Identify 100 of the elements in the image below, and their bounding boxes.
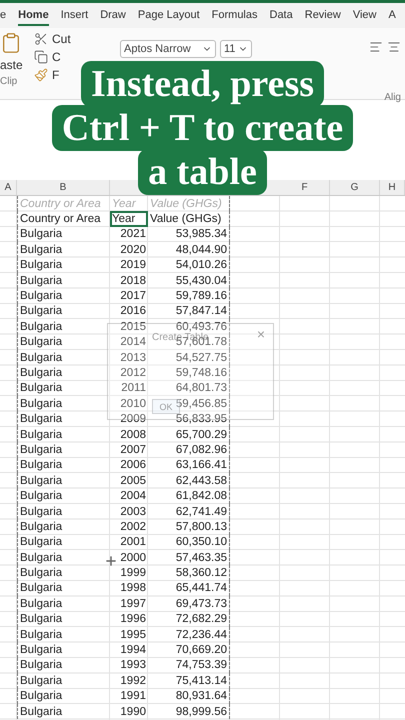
align-left-icon[interactable] <box>369 40 383 54</box>
table-cell: Bulgaria <box>17 272 110 288</box>
table-cell-text: 2007 <box>119 442 147 458</box>
table-cell: 72,236.44 <box>148 626 230 642</box>
ribbon-tab[interactable]: Review <box>304 6 341 26</box>
table-cell-text: 2019 <box>119 258 147 273</box>
table-cell: Bulgaria <box>17 226 110 242</box>
table-cell: Bulgaria <box>17 488 110 504</box>
table-cell-text: 1995 <box>119 628 147 642</box>
table-cell: 59,789.16 <box>148 288 230 304</box>
ribbon-tab[interactable]: View <box>352 6 376 26</box>
font-name-field[interactable]: Aptos Narrow <box>120 40 216 58</box>
table-cell-text: 1993 <box>119 658 147 674</box>
table-cell: Bulgaria <box>17 380 110 396</box>
copy-label[interactable]: C <box>52 50 61 64</box>
ribbon-tab[interactable]: Page Layout <box>138 6 200 26</box>
format-painter-label[interactable]: F <box>52 68 60 82</box>
ribbon-tab[interactable]: Draw <box>100 6 126 26</box>
paste-label[interactable]: aste <box>0 58 28 72</box>
table-cell: Bulgaria <box>17 258 110 273</box>
table-cell: 63,166.41 <box>148 458 230 474</box>
table-cell: 62,443.58 <box>148 473 230 488</box>
table-cell: 98,999.56 <box>148 704 230 720</box>
table-cell: 80,931.64 <box>148 688 230 704</box>
table-cell-text: 1998 <box>119 581 147 596</box>
table-cell-text: 2015 <box>119 320 147 335</box>
ribbon-tab[interactable]: Insert <box>60 6 88 26</box>
table-cell: 57,800.13 <box>148 519 230 535</box>
table-cell: Bulgaria <box>17 612 110 627</box>
ribbon-tab[interactable]: e <box>0 6 6 26</box>
table-cell: Bulgaria <box>17 519 110 535</box>
table-cell: Bulgaria <box>17 442 110 458</box>
table-cell-text: 2011 <box>120 381 147 396</box>
table-cell: Bulgaria <box>17 565 110 581</box>
table-cell-text: 1990 <box>119 704 147 720</box>
table-cell-text: 1991 <box>119 689 147 704</box>
table-cell-text: 1994 <box>119 643 147 658</box>
table-cell: 58,360.12 <box>148 565 230 581</box>
ribbon-tab[interactable]: A <box>388 6 396 26</box>
table-cell-text: 2000 <box>119 550 147 566</box>
table-cell: 70,669.20 <box>148 642 230 658</box>
table-cell-text: 2008 <box>119 428 147 442</box>
table-cell: Bulgaria <box>17 473 110 488</box>
table-cell: 57,463.35 <box>148 550 230 566</box>
cursor-icon <box>104 554 118 568</box>
table-cell-text: 2010 <box>119 396 147 412</box>
table-cell: 53,985.34 <box>148 226 230 242</box>
table-cell: 67,082.96 <box>148 442 230 458</box>
table-cell: 74,753.39 <box>148 658 230 674</box>
header-cell[interactable]: Year <box>110 211 148 227</box>
table-cell: 56,833.95 <box>148 411 230 427</box>
header-cell[interactable]: Country or Area <box>17 211 110 227</box>
table-cell: 72,682.29 <box>148 612 230 627</box>
table-cell-text: 2001 <box>119 535 147 550</box>
table-cell-text: 2006 <box>119 458 147 474</box>
header-cell[interactable]: Value (GHGs) <box>148 211 230 227</box>
table-cell: Bulgaria <box>17 704 110 720</box>
table-cell: 54,527.75 <box>148 350 230 366</box>
table-cell: Bulgaria <box>17 288 110 304</box>
filter-header-cell-text: Year <box>111 196 137 212</box>
table-cell: Bulgaria <box>17 304 110 320</box>
table-cell-text: 2005 <box>119 474 147 488</box>
table-cell: 65,700.29 <box>148 426 230 442</box>
table-cell: 69,473.73 <box>148 596 230 612</box>
ribbon-tab[interactable]: Data <box>270 6 293 26</box>
table-cell-text: 1999 <box>119 566 147 581</box>
table-cell: Bulgaria <box>17 626 110 642</box>
table-cell-text: 2004 <box>119 489 147 504</box>
table-cell-text: 2003 <box>119 504 147 520</box>
align-center-icon[interactable] <box>387 40 401 54</box>
font-size-field[interactable]: 11 <box>220 40 252 58</box>
column-header[interactable]: G <box>330 180 380 195</box>
table-cell-text: 2014 <box>119 335 147 350</box>
ribbon-tab[interactable]: Formulas <box>212 6 258 26</box>
column-header[interactable]: H <box>380 180 405 195</box>
table-cell: Bulgaria <box>17 411 110 427</box>
alignment-group-label: Alig <box>384 92 401 103</box>
copy-icon[interactable] <box>34 50 48 64</box>
table-cell: 64,801.73 <box>148 380 230 396</box>
table-cell-text: 2018 <box>119 274 147 288</box>
table-cell: 48,044.90 <box>148 242 230 258</box>
table-cell: 54,010.26 <box>148 258 230 273</box>
column-header[interactable]: A <box>0 180 17 195</box>
table-cell: 75,413.14 <box>148 673 230 688</box>
table-cell-text: 2016 <box>119 304 147 320</box>
table-cell-text: 2017 <box>119 289 147 304</box>
table-cell: Bulgaria <box>17 596 110 612</box>
paste-icon[interactable] <box>0 32 22 54</box>
column-header[interactable]: F <box>280 180 330 195</box>
ribbon-tab[interactable]: Home <box>18 6 49 26</box>
table-cell: 65,441.74 <box>148 580 230 596</box>
cut-label[interactable]: Cut <box>52 32 71 46</box>
table-cell: Bulgaria <box>17 550 110 566</box>
table-cell-text: 2009 <box>119 412 147 427</box>
scissors-icon[interactable] <box>34 32 48 46</box>
table-cell: 60,350.10 <box>148 534 230 550</box>
table-cell: 57,847.14 <box>148 304 230 320</box>
table-cell: Bulgaria <box>17 350 110 366</box>
column-header[interactable]: B <box>17 180 110 195</box>
table-cell-text: 1992 <box>119 674 147 688</box>
